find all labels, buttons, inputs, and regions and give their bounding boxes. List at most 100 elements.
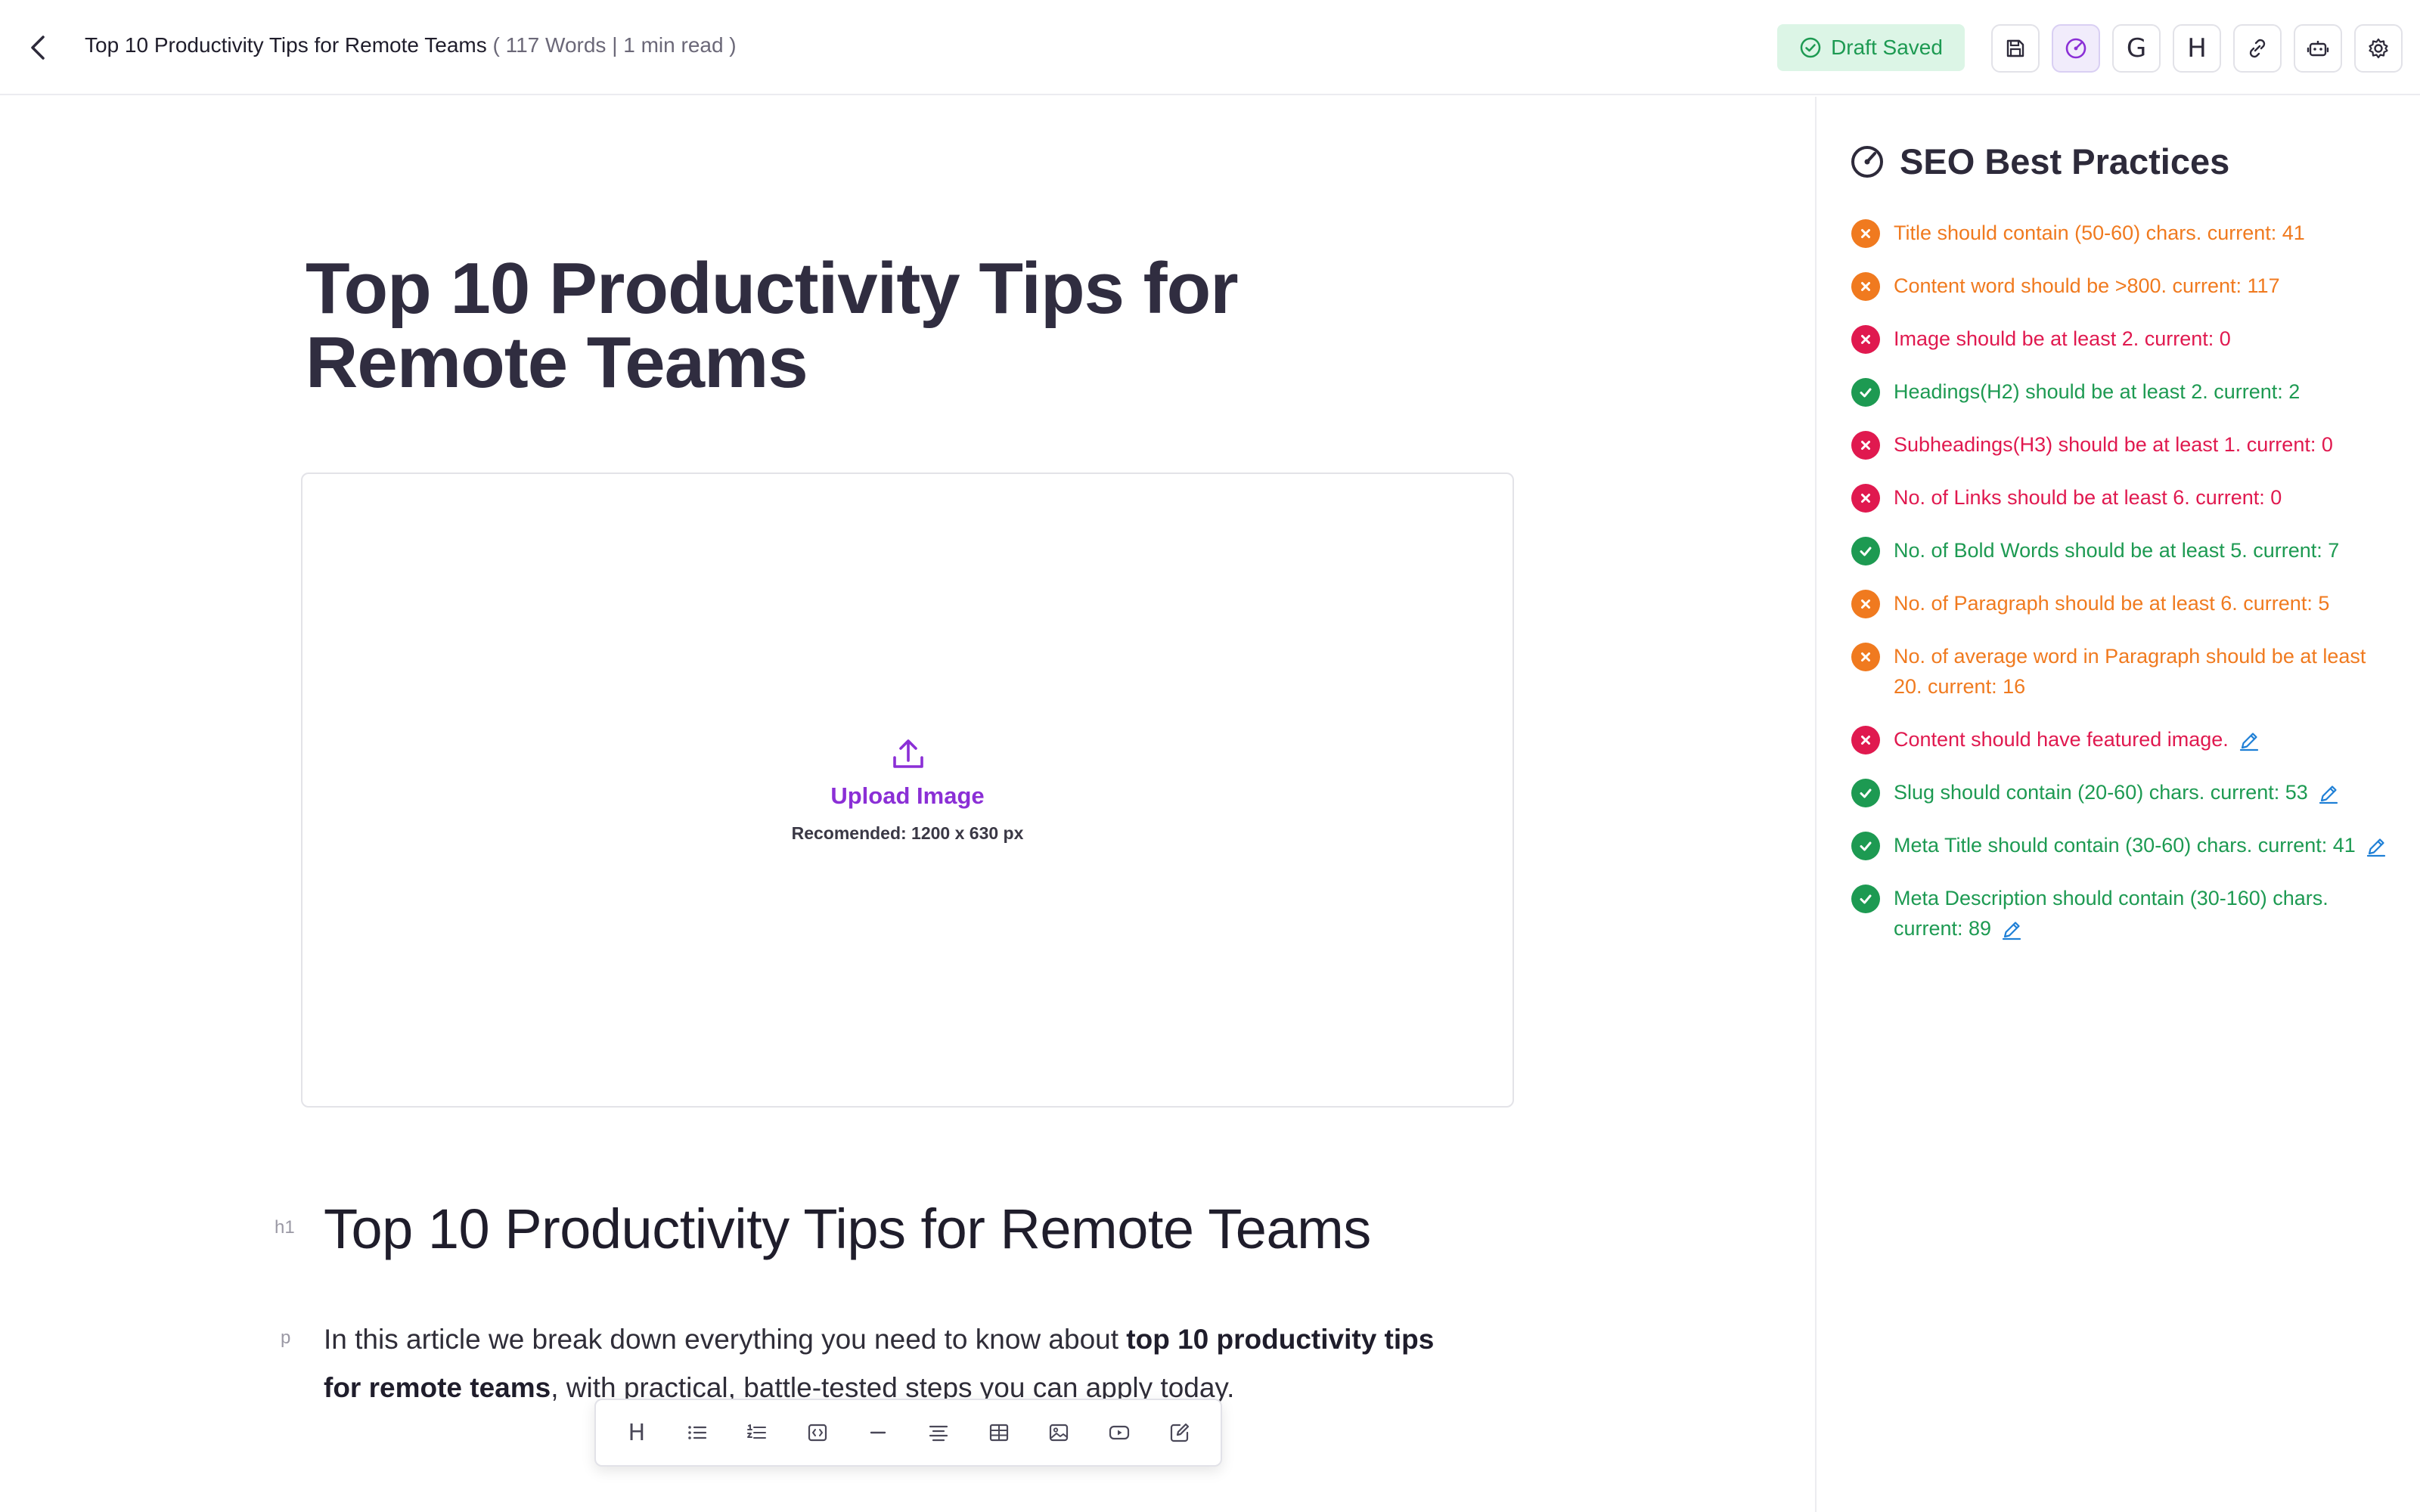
x-circle-icon	[1851, 643, 1880, 671]
seo-check-label: Content should have featured image.	[1894, 728, 2229, 751]
seo-panel-title: SEO Best Practices	[1900, 141, 2230, 181]
save-icon	[2006, 39, 2024, 57]
check-circle-icon	[1851, 832, 1880, 860]
chevron-left-icon	[31, 36, 45, 60]
table-button[interactable]	[978, 1411, 1020, 1454]
seo-check-text: No. of average word in Paragraph should …	[1894, 641, 2396, 702]
gauge-icon	[1851, 145, 1883, 178]
save-button[interactable]	[1991, 24, 2040, 73]
pencil-icon[interactable]	[2365, 835, 2387, 858]
heading-1-block[interactable]: Top 10 Productivity Tips for Remote Team…	[324, 1197, 1371, 1261]
heading-icon: H	[2187, 33, 2207, 64]
seo-check-label: No. of Links should be at least 6. curre…	[1894, 486, 2282, 509]
ordered-list-button[interactable]	[736, 1411, 778, 1454]
seo-check-item: Subheadings(H3) should be at least 1. cu…	[1851, 429, 2396, 460]
seo-check-label: Meta Title should contain (30-60) chars.…	[1894, 834, 2356, 857]
ai-assistant-button[interactable]	[2294, 24, 2342, 73]
video-icon	[1109, 1425, 1130, 1440]
seo-check-text: Slug should contain (20-60) chars. curre…	[1894, 777, 2340, 807]
article-title[interactable]: Top 10 Productivity Tips for Remote Team…	[306, 252, 1364, 400]
seo-check-text: No. of Bold Words should be at least 5. …	[1894, 535, 2339, 565]
ordered-list-icon	[747, 1424, 767, 1439]
editor-area: Top 10 Productivity Tips for Remote Team…	[0, 97, 1815, 1512]
align-center-icon	[929, 1425, 948, 1442]
seo-check-item: Content word should be >800. current: 11…	[1851, 271, 2396, 301]
seo-check-text: No. of Paragraph should be at least 6. c…	[1894, 588, 2329, 618]
pencil-icon[interactable]	[2238, 730, 2260, 752]
seo-panel-button[interactable]	[2052, 24, 2100, 73]
link-button[interactable]	[2233, 24, 2282, 73]
seo-check-item: No. of Bold Words should be at least 5. …	[1851, 535, 2396, 565]
check-circle-icon	[1851, 378, 1880, 407]
horizontal-rule-icon	[870, 1431, 886, 1434]
paragraph-block[interactable]: In this article we break down everything…	[324, 1315, 1473, 1412]
seo-check-item: Meta Title should contain (30-60) chars.…	[1851, 830, 2396, 860]
back-button[interactable]	[23, 30, 53, 65]
seo-check-item: No. of Paragraph should be at least 6. c…	[1851, 588, 2396, 618]
seo-check-label: Content word should be >800. current: 11…	[1894, 274, 2280, 297]
image-icon	[1050, 1424, 1069, 1442]
divider-button[interactable]	[857, 1411, 899, 1454]
heading-tool-button[interactable]: H	[616, 1411, 658, 1454]
check-circle-icon	[1851, 885, 1880, 913]
seo-check-label: No. of average word in Paragraph should …	[1894, 645, 2366, 698]
table-icon	[989, 1424, 1008, 1442]
upload-recommendation: Recomended: 1200 x 630 px	[791, 823, 1024, 843]
seo-check-text: Headings(H2) should be at least 2. curre…	[1894, 376, 2300, 407]
seo-check-item: No. of Links should be at least 6. curre…	[1851, 482, 2396, 513]
seo-check-text: Title should contain (50-60) chars. curr…	[1894, 218, 2305, 248]
x-circle-icon	[1851, 590, 1880, 618]
seo-check-item: Image should be at least 2. current: 0	[1851, 324, 2396, 354]
seo-panel-header: SEO Best Practices	[1848, 141, 2229, 182]
seo-check-text: Content word should be >800. current: 11…	[1894, 271, 2280, 301]
seo-check-item: Title should contain (50-60) chars. curr…	[1851, 218, 2396, 248]
link-icon	[2249, 39, 2266, 58]
pencil-icon[interactable]	[2317, 782, 2340, 805]
seo-check-item: Content should have featured image.	[1851, 724, 2396, 754]
bullet-list-button[interactable]	[676, 1411, 718, 1454]
seo-check-label: Slug should contain (20-60) chars. curre…	[1894, 781, 2308, 804]
seo-check-text: Subheadings(H3) should be at least 1. cu…	[1894, 429, 2333, 460]
headings-button[interactable]: H	[2173, 24, 2221, 73]
edit-button[interactable]	[1159, 1411, 1201, 1454]
google-preview-button[interactable]: G	[2112, 24, 2161, 73]
pencil-icon[interactable]	[2000, 919, 2023, 941]
gear-icon	[2369, 38, 2388, 59]
seo-check-text: Image should be at least 2. current: 0	[1894, 324, 2231, 354]
draft-status-badge: Draft Saved	[1777, 24, 1965, 71]
align-center-button[interactable]	[917, 1411, 960, 1454]
document-title-text: Top 10 Productivity Tips for Remote Team…	[85, 33, 487, 57]
seo-check-text: No. of Links should be at least 6. curre…	[1894, 482, 2282, 513]
code-icon	[808, 1424, 827, 1442]
top-bar: Top 10 Productivity Tips for Remote Team…	[0, 0, 2420, 95]
video-button[interactable]	[1098, 1411, 1140, 1454]
upload-image-label[interactable]: Upload Image	[302, 782, 1512, 810]
image-button[interactable]	[1038, 1411, 1080, 1454]
check-circle-icon	[1851, 537, 1880, 565]
seo-sidebar: SEO Best Practices Title should contain …	[1815, 97, 2420, 1512]
seo-check-label: Subheadings(H3) should be at least 1. cu…	[1894, 433, 2333, 456]
x-circle-icon	[1851, 431, 1880, 460]
edit-icon	[1170, 1423, 1190, 1442]
featured-image-upload[interactable]: Upload Image Recomended: 1200 x 630 px	[301, 472, 1514, 1108]
settings-button[interactable]	[2354, 24, 2403, 73]
x-circle-icon	[1851, 325, 1880, 354]
seo-check-text: Meta Description should contain (30-160)…	[1894, 883, 2396, 943]
check-circle-icon	[1851, 779, 1880, 807]
seo-check-label: No. of Paragraph should be at least 6. c…	[1894, 592, 2330, 615]
code-block-button[interactable]	[796, 1411, 839, 1454]
paragraph-text-before: In this article we break down everything…	[324, 1324, 1127, 1355]
seo-check-label: Meta Description should contain (30-160)…	[1894, 887, 2328, 940]
document-meta: ( 117 Words | 1 min read )	[486, 33, 737, 57]
seo-check-label: Title should contain (50-60) chars. curr…	[1894, 222, 2305, 244]
seo-check-item: Meta Description should contain (30-160)…	[1851, 883, 2396, 943]
heading-icon: H	[628, 1419, 646, 1446]
x-circle-icon	[1851, 484, 1880, 513]
gauge-icon	[2065, 38, 2086, 59]
document-title: Top 10 Productivity Tips for Remote Team…	[85, 33, 737, 57]
seo-check-label: Headings(H2) should be at least 2. curre…	[1894, 380, 2301, 403]
block-tag-p: p	[281, 1328, 291, 1348]
seo-check-item: Headings(H2) should be at least 2. curre…	[1851, 376, 2396, 407]
x-circle-icon	[1851, 272, 1880, 301]
seo-check-item: Slug should contain (20-60) chars. curre…	[1851, 777, 2396, 807]
